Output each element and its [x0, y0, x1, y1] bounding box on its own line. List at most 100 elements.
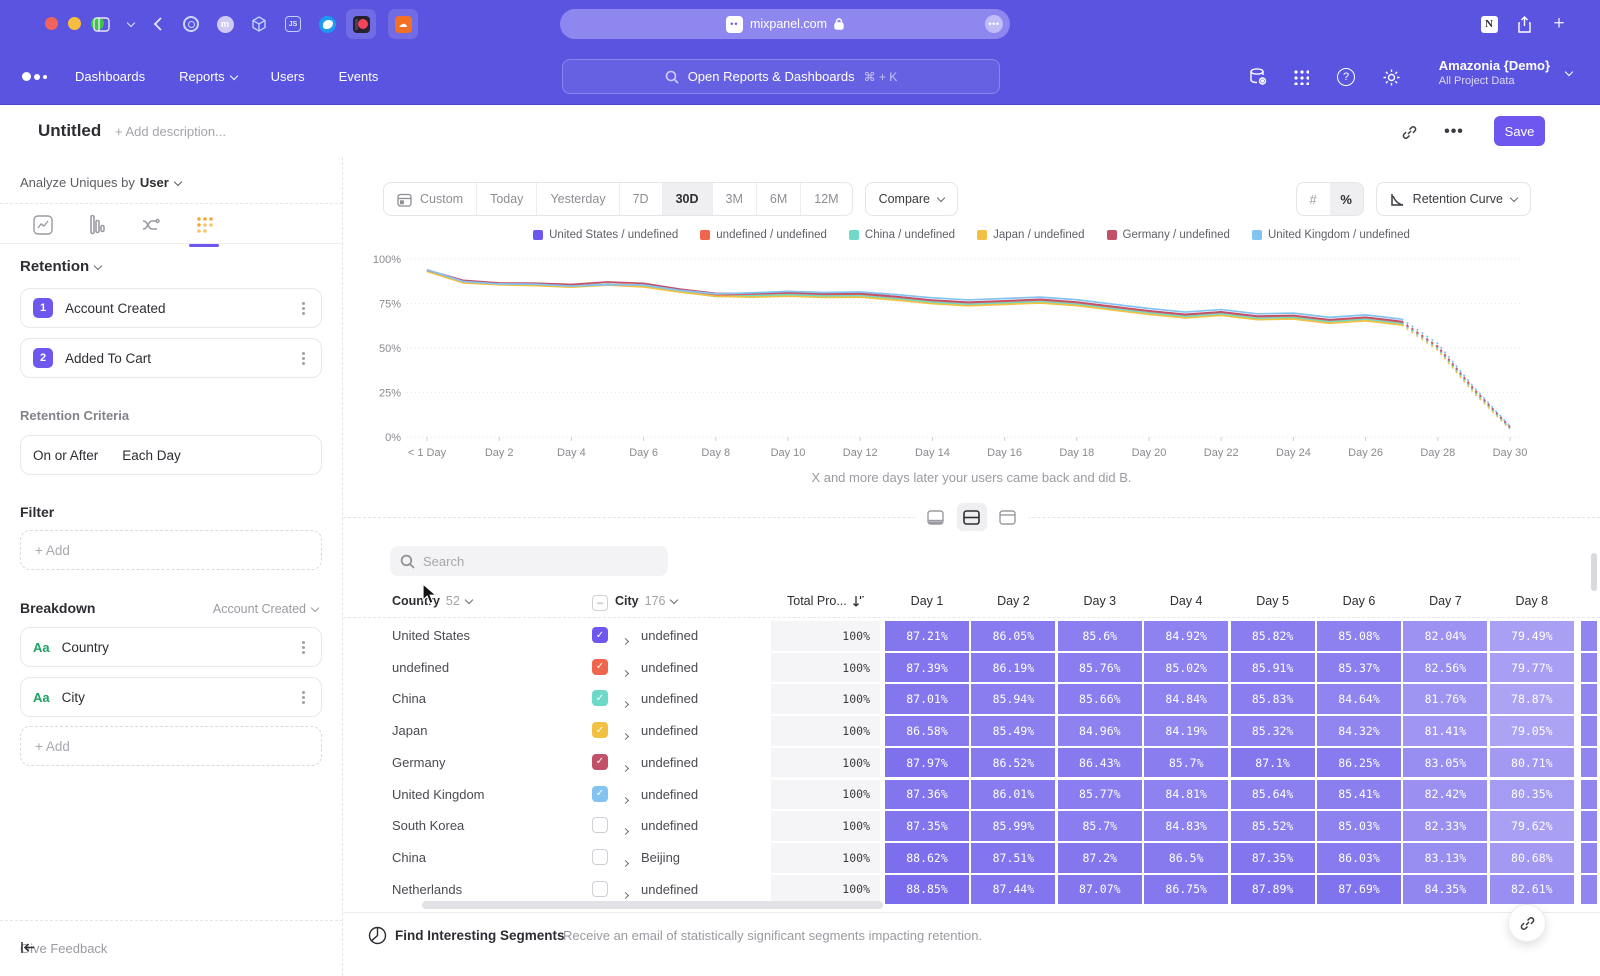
total-cell[interactable]: 100% [771, 716, 880, 746]
retention-cell[interactable]: 80.71% [1490, 748, 1574, 778]
total-column-header[interactable]: Total Pro... [787, 594, 865, 608]
retention-cell[interactable]: 85.83% [1231, 684, 1315, 714]
chart-type-selector[interactable]: Retention Curve [1376, 182, 1531, 216]
breakdown-country[interactable]: Aa Country [20, 627, 322, 667]
retention-cell[interactable]: 80.35% [1490, 780, 1574, 810]
city-column-header[interactable]: City 176 [615, 594, 677, 608]
city-cell[interactable]: undefined [641, 723, 698, 738]
retention-cell[interactable]: 85.08% [1317, 621, 1401, 651]
day-column-header[interactable]: Day 4 [1144, 594, 1228, 608]
retention-cell[interactable]: 84.96% [1058, 716, 1142, 746]
retention-cell[interactable]: 82.04% [1403, 621, 1487, 651]
country-cell[interactable]: Germany [392, 755, 445, 770]
segments-title[interactable]: Find Interesting Segments [395, 928, 565, 943]
retention-cell[interactable]: 87.01% [885, 684, 969, 714]
country-cell[interactable]: undefined [392, 660, 449, 675]
retention-cell[interactable]: 86.25% [1317, 748, 1401, 778]
settings-gear-icon[interactable] [1379, 65, 1403, 89]
step-added-to-cart[interactable]: 2 Added To Cart [20, 338, 322, 378]
retention-cell[interactable]: 88.85% [885, 875, 969, 905]
javascript-favicon[interactable]: JS [282, 13, 304, 35]
city-cell[interactable]: undefined [641, 628, 698, 643]
retention-cell[interactable]: 85.6% [1058, 621, 1142, 651]
copy-link-icon[interactable] [1398, 121, 1420, 143]
range-3m[interactable]: 3M [713, 183, 757, 215]
legend-item[interactable]: Japan / undefined [977, 229, 1084, 241]
address-more-icon[interactable]: ••• [985, 15, 1003, 33]
new-tab-icon[interactable]: + [1548, 13, 1570, 35]
retention-cell[interactable]: 82.33% [1403, 811, 1487, 841]
retention-cell[interactable]: 85.41% [1317, 780, 1401, 810]
back-icon[interactable] [146, 13, 168, 35]
series-checkbox[interactable] [592, 881, 608, 897]
minimize-window-button[interactable] [68, 17, 81, 30]
retention-cell[interactable]: 86.43% [1058, 748, 1142, 778]
retention-cell[interactable]: 87.1% [1231, 748, 1315, 778]
retention-cell[interactable]: 87.36% [885, 780, 969, 810]
day-column-header[interactable]: Day 5 [1231, 594, 1315, 608]
retention-cell[interactable]: 81.41% [1403, 716, 1487, 746]
total-cell[interactable]: 100% [771, 875, 880, 905]
table-search-input[interactable] [423, 554, 623, 569]
legend-item[interactable]: United States / undefined [533, 229, 678, 241]
address-bar[interactable]: •• mixpanel.com ••• [560, 9, 1010, 39]
add-breakdown-button[interactable]: + Add [20, 726, 322, 766]
range-12m[interactable]: 12M [801, 183, 851, 215]
series-checkbox[interactable] [592, 817, 608, 833]
bird-favicon[interactable] [316, 13, 338, 35]
retention-cell[interactable]: 87.44% [971, 875, 1055, 905]
view-split-icon[interactable] [957, 503, 987, 531]
step-account-created[interactable]: 1 Account Created [20, 288, 322, 328]
total-cell[interactable]: 100% [771, 653, 880, 683]
step-options-icon[interactable] [302, 307, 305, 310]
total-cell[interactable]: 100% [771, 843, 880, 873]
retention-cell[interactable]: 86.5% [1144, 843, 1228, 873]
day-column-header[interactable]: Day 6 [1317, 594, 1401, 608]
retention-cell[interactable]: 88.62% [885, 843, 969, 873]
retention-cell[interactable]: 84.32% [1317, 716, 1401, 746]
tabs-chevron-icon[interactable] [117, 13, 139, 35]
soundcloud-favicon[interactable]: ☁ [388, 9, 418, 39]
collapse-sidebar-icon[interactable] [20, 941, 319, 957]
retention-cell[interactable]: 85.03% [1317, 811, 1401, 841]
mode-percent[interactable]: % [1330, 183, 1363, 215]
retention-cell[interactable]: 84.64% [1317, 684, 1401, 714]
retention-cell[interactable]: 85.37% [1317, 653, 1401, 683]
retention-cell[interactable]: 85.91% [1231, 653, 1315, 683]
day-column-header[interactable]: Day 1 [885, 594, 969, 608]
more-actions-icon[interactable]: ••• [1443, 121, 1465, 143]
retention-cell-partial[interactable] [1581, 748, 1597, 778]
series-checkbox[interactable]: ✓ [592, 722, 608, 738]
analyze-uniques-control[interactable]: Analyze Uniques byUser [20, 175, 181, 190]
cube-favicon[interactable] [248, 13, 270, 35]
retention-cell[interactable]: 85.7% [1058, 811, 1142, 841]
city-cell[interactable]: undefined [641, 882, 698, 897]
step-options-icon[interactable] [302, 357, 305, 360]
series-checkbox[interactable]: ✓ [592, 690, 608, 706]
total-cell[interactable]: 100% [771, 684, 880, 714]
city-cell[interactable]: undefined [641, 787, 698, 802]
target-favicon[interactable] [180, 13, 202, 35]
nav-item-reports[interactable]: Reports [179, 69, 237, 84]
add-description[interactable]: + Add description... [115, 124, 226, 139]
close-window-button[interactable] [45, 17, 58, 30]
view-chart-table-icon[interactable] [921, 503, 951, 531]
expand-row-icon[interactable] [623, 663, 628, 681]
range-30d[interactable]: 30D [663, 183, 713, 215]
city-cell[interactable]: undefined [641, 755, 698, 770]
retention-cell[interactable]: 84.35% [1403, 875, 1487, 905]
range-custom[interactable]: Custom [384, 183, 477, 215]
global-search[interactable]: Open Reports & Dashboards ⌘ + K [562, 59, 1000, 94]
retention-cell[interactable]: 87.39% [885, 653, 969, 683]
retention-cell[interactable]: 87.35% [1231, 843, 1315, 873]
total-cell[interactable]: 100% [771, 621, 880, 651]
retention-cell-partial[interactable] [1581, 875, 1597, 905]
retention-cell-partial[interactable] [1581, 716, 1597, 746]
series-checkbox[interactable]: ✓ [592, 627, 608, 643]
profile-m-favicon[interactable]: m [214, 13, 236, 35]
apps-grid-icon[interactable] [1289, 65, 1313, 89]
retention-cell[interactable]: 85.32% [1231, 716, 1315, 746]
save-button[interactable]: Save [1494, 116, 1545, 146]
add-filter-button[interactable]: + Add [20, 530, 322, 570]
retention-cell[interactable]: 79.77% [1490, 653, 1574, 683]
